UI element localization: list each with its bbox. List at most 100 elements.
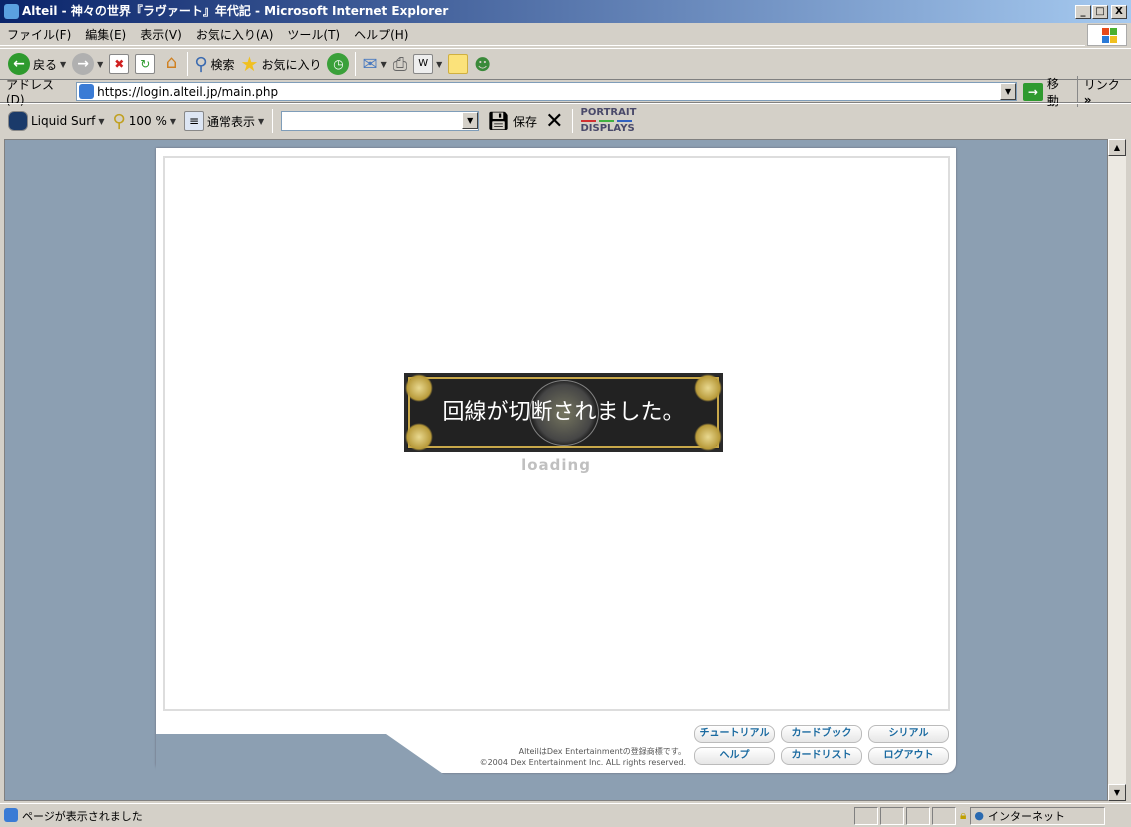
separator [272, 109, 274, 133]
messenger-icon[interactable]: ☻ [474, 55, 491, 74]
menu-help[interactable]: ヘルプ(H) [347, 24, 415, 46]
dropdown-arrow-icon: ▼ [258, 116, 265, 126]
menu-file[interactable]: ファイル(F) [0, 24, 78, 46]
menu-tools[interactable]: ツール(T) [280, 24, 347, 46]
star-icon: ★ [240, 52, 259, 76]
select-dropdown-button[interactable]: ▼ [462, 112, 479, 129]
history-icon[interactable]: ◷ [327, 53, 350, 75]
document-icon: ≡ [184, 111, 205, 131]
ornament-corner [694, 374, 722, 402]
close-x-icon[interactable]: ✕ [545, 109, 563, 134]
menu-bar: ファイル(F) 編集(E) 表示(V) お気に入り(A) ツール(T) ヘルプ(H) [0, 24, 1085, 46]
search-label: 検索 [210, 57, 235, 72]
globe-icon: ● [974, 809, 984, 822]
disconnect-dialog: 回線が切断されました。 [404, 373, 723, 452]
dropdown-arrow-icon: ▼ [169, 116, 177, 126]
discuss-icon[interactable] [448, 54, 469, 74]
footer-curve [156, 734, 446, 776]
print-icon[interactable]: ⎙ [393, 54, 407, 75]
title-bar: Alteil - 神々の世界『ラヴァート』年代記 - Microsoft Int… [0, 0, 1131, 23]
edit-icon: W [413, 54, 434, 74]
search-button[interactable]: ⚲ 検索 [194, 54, 234, 75]
status-text: ページが表示されました [22, 809, 143, 823]
ornament-corner [694, 423, 722, 451]
cardlist-button[interactable]: カードリスト [781, 747, 862, 765]
liquid-surf-button[interactable]: Liquid Surf ▼ [8, 111, 105, 131]
view-mode-button[interactable]: ≡ 通常表示 ▼ [184, 111, 264, 131]
addon-select[interactable]: ▼ [281, 111, 480, 131]
addon-toolbar: Liquid Surf ▼ ⚲ 100 % ▼ ≡ 通常表示 ▼ ▼ 💾︎ 保存 ✕ POR… [0, 103, 1131, 138]
copyright-block: AlteilはDex Entertainmentの登録商標です。 ©2004 De… [456, 746, 686, 768]
separator [571, 109, 573, 133]
minimize-button[interactable]: _ [1075, 5, 1091, 19]
mail-button[interactable]: ✉ ▼ [362, 54, 386, 75]
menu-favorites[interactable]: お気に入り(A) [189, 24, 281, 46]
copyright-text: ©2004 Dex Entertainment Inc. ALL rights … [479, 758, 686, 767]
dropdown-arrow-icon: ▼ [380, 59, 387, 69]
loading-text: loading [521, 456, 591, 474]
windows-logo-icon [1087, 24, 1127, 46]
trademark-text: AlteilはDex Entertainmentの登録商標です。 [518, 747, 686, 756]
ornament-corner [405, 374, 433, 402]
floppy-disk-icon: 💾︎ [487, 110, 511, 132]
forward-arrow-icon: → [72, 53, 95, 75]
lock-icon[interactable]: 🔒︎ [960, 808, 966, 823]
standard-toolbar: ← 戻る ▼ → ▼ ✖ ↻ ⌂ ⚲ 検索 ★ お気に入り ◷ ✉ ▼ ⎙ W ▼ ☻ [0, 48, 1131, 80]
dropdown-arrow-icon: ▼ [97, 59, 104, 69]
logo-line2: DISPLAYS [580, 123, 635, 134]
menu-view[interactable]: 表示(V) [133, 24, 189, 46]
back-button[interactable]: ← 戻る ▼ [8, 53, 66, 75]
vertical-scrollbar[interactable]: ▲ ▼ [1108, 139, 1126, 801]
search-icon: ⚲ [194, 53, 208, 75]
dropdown-arrow-icon: ▼ [60, 59, 67, 69]
mail-icon: ✉ [362, 53, 378, 75]
status-bar: ページが表示されました 🔒︎ ● インターネット [0, 803, 1131, 827]
magnifier-icon: ⚲ [112, 110, 126, 132]
address-bar: アドレス(D) https://login.alteil.jp/main.php… [0, 76, 1131, 108]
save-button[interactable]: 💾︎ 保存 [487, 111, 537, 132]
page-icon [4, 807, 18, 822]
maximize-button[interactable]: □ [1092, 5, 1108, 19]
help-button[interactable]: ヘルプ [694, 747, 775, 765]
tutorial-button[interactable]: チュートリアル [694, 725, 775, 743]
status-panel [932, 806, 956, 825]
cardbook-button[interactable]: カードブック [781, 725, 862, 743]
go-arrow-icon: → [1023, 82, 1043, 101]
back-label: 戻る [33, 57, 58, 72]
menu-edit[interactable]: 編集(E) [78, 24, 133, 46]
back-arrow-icon: ← [8, 53, 30, 75]
status-message: ページが表示されました [0, 807, 852, 824]
dropdown-arrow-icon: ▼ [98, 116, 105, 126]
address-url: https://login.alteil.jp/main.php [97, 84, 279, 99]
save-label: 保存 [513, 114, 538, 129]
scroll-down-button[interactable]: ▼ [1108, 784, 1126, 801]
separator [187, 52, 189, 76]
serial-button[interactable]: シリアル [868, 725, 949, 743]
separator [355, 52, 357, 76]
liquid-surf-icon [8, 111, 28, 131]
ornament-corner [405, 423, 433, 451]
zoom-button[interactable]: ⚲ 100 % ▼ [113, 111, 176, 132]
liquid-surf-label: Liquid Surf [31, 114, 96, 128]
forward-button[interactable]: → ▼ [72, 53, 103, 75]
scroll-up-button[interactable]: ▲ [1108, 139, 1126, 156]
address-dropdown-button[interactable]: ▼ [1000, 83, 1017, 100]
favorites-button[interactable]: ★ お気に入り [241, 52, 322, 76]
status-panel [880, 806, 904, 825]
status-panel [854, 806, 878, 825]
logo-line1: PORTRAIT [580, 107, 637, 118]
zoom-label: 100 % [128, 114, 167, 128]
home-icon[interactable]: ⌂ [161, 54, 181, 74]
logout-button[interactable]: ログアウト [868, 747, 949, 765]
portrait-displays-logo[interactable]: PORTRAIT DISPLAYS [580, 107, 637, 135]
links-label: リンク [1083, 78, 1120, 92]
refresh-icon[interactable]: ↻ [135, 54, 156, 74]
browser-content: AlteilはDex Entertainmentの登録商標です。 ©2004 De… [4, 139, 1108, 801]
close-button[interactable]: X [1111, 5, 1127, 19]
window-title: Alteil - 神々の世界『ラヴァート』年代記 - Microsoft Int… [22, 4, 449, 18]
edit-button[interactable]: W ▼ [413, 54, 442, 74]
security-zone: ● インターネット [970, 806, 1106, 825]
ie-icon [4, 4, 19, 19]
address-input[interactable]: https://login.alteil.jp/main.php ▼ [76, 82, 1018, 101]
stop-icon[interactable]: ✖ [109, 54, 130, 74]
